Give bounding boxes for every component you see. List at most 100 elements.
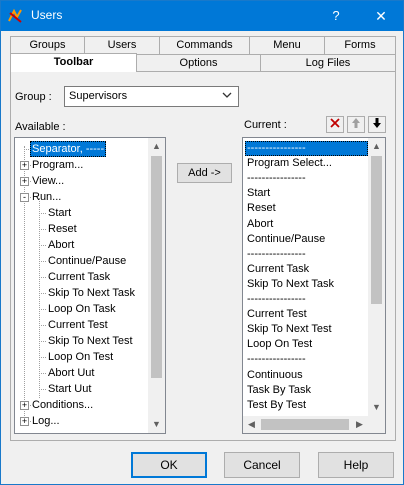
tree-item[interactable]: Reset [15,221,149,237]
list-item[interactable]: Reset [245,201,368,216]
delete-button[interactable] [326,116,344,133]
help-button[interactable]: Help [318,452,394,478]
delete-x-icon [329,118,341,132]
list-item[interactable]: Start [245,186,368,201]
list-item[interactable]: Continue/Pause [245,232,368,247]
tree-item-label: Abort Uut [48,367,95,379]
available-label: Available : [15,121,66,133]
list-item[interactable]: Continuous [245,368,368,383]
current-list[interactable]: ---------------- Program Select... -------… [242,137,386,434]
tree-item-label: Loop On Test [48,351,114,363]
scroll-right-arrow-icon[interactable]: ▶ [351,416,368,433]
tree-item[interactable]: + Log... [15,413,149,429]
scroll-up-arrow-icon[interactable]: ▲ [368,138,385,155]
title-help-button[interactable]: ? [321,5,351,27]
tree-item[interactable]: + Conditions... [15,397,149,413]
tab-toolbar[interactable]: Toolbar [10,53,137,72]
expand-plus-icon[interactable]: + [20,177,29,186]
available-vscroll[interactable]: ▲ ▼ [148,138,165,433]
app-logo-icon [7,7,25,25]
list-item[interactable]: Test By Test [245,398,368,413]
tree-item-label: Abort [48,239,75,251]
expand-plus-icon[interactable]: + [20,417,29,426]
list-item[interactable]: Abort [245,217,368,232]
scroll-left-arrow-icon[interactable]: ◀ [243,416,260,433]
tab-forms[interactable]: Forms [324,36,396,54]
tree-item-label: Current Task [48,271,111,283]
move-down-button[interactable] [368,116,386,133]
add-button[interactable]: Add -> [177,163,232,183]
tree-item[interactable]: Current Test [15,317,149,333]
tree-item[interactable]: - Run... [15,189,149,205]
tree-item[interactable]: Abort Uut [15,365,149,381]
expand-plus-icon[interactable]: + [20,401,29,410]
tab-groups[interactable]: Groups [10,36,85,54]
expand-plus-icon[interactable]: + [20,161,29,170]
ok-button[interactable]: OK [131,452,207,478]
tree-item[interactable]: Skip To Next Test [15,333,149,349]
tree-item[interactable]: Loop On Test [15,349,149,365]
tree-item[interactable]: Start [15,205,149,221]
list-item[interactable]: ---------------- [245,352,368,367]
tree-item[interactable]: Current Task [15,269,149,285]
list-item[interactable]: Loop On Test [245,337,368,352]
scroll-down-arrow-icon[interactable]: ▼ [148,416,165,433]
list-item[interactable]: Current Task [245,262,368,277]
list-item[interactable]: Program Select... [245,156,368,171]
available-tree[interactable]: Separator, ----- + Program... + View... - Run.… [14,137,166,434]
collapse-minus-icon[interactable]: - [20,193,29,202]
cancel-button[interactable]: Cancel [224,452,300,478]
title-bar: Users ? ✕ [1,1,403,31]
list-item[interactable]: ---------------- [245,292,368,307]
scroll-down-arrow-icon[interactable]: ▼ [368,399,385,416]
tab-options[interactable]: Options [136,54,261,72]
tree-guide-line [39,341,46,342]
group-select[interactable]: Supervisors [64,86,239,107]
tab-commands[interactable]: Commands [159,36,250,54]
current-label: Current : [244,119,287,131]
move-up-button[interactable] [347,116,365,133]
scroll-thumb[interactable] [261,419,349,430]
tree-guide-line [39,325,46,326]
tree-item-label: Start Uut [48,383,92,395]
tree-item-label: Conditions... [32,399,94,411]
list-item[interactable]: ---------------- [245,247,368,262]
tree-item[interactable]: Continue/Pause [15,253,149,269]
scroll-up-arrow-icon[interactable]: ▲ [148,138,165,155]
tab-log-files[interactable]: Log Files [260,54,396,72]
list-item[interactable]: Task By Task [245,383,368,398]
tree-item-label: Loop On Task [48,303,116,315]
list-item[interactable]: ---------------- [245,141,368,156]
tab-menu[interactable]: Menu [249,36,325,54]
tree-item[interactable]: Skip To Next Task [15,285,149,301]
tree-guide-line [39,293,46,294]
tree-item[interactable]: Separator, ----- [15,141,149,157]
tab-users[interactable]: Users [84,36,160,54]
list-item[interactable]: ---------------- [245,171,368,186]
current-hscroll[interactable]: ◀ ▶ [243,416,368,433]
tree-guide-line [39,309,46,310]
scroll-thumb[interactable] [371,156,382,304]
scroll-thumb[interactable] [151,156,162,378]
list-item[interactable]: Current Test [245,307,368,322]
scroll-corner [368,416,385,433]
tree-item-label: Run... [32,191,62,203]
tree-item[interactable]: Start Uut [15,381,149,397]
tree-guide-line [39,389,46,390]
tree-item-label: Start [48,207,72,219]
window-title: Users [31,8,63,22]
tree-item[interactable]: + Program... [15,157,149,173]
list-item[interactable]: Skip To Next Test [245,322,368,337]
tree-item[interactable]: Abort [15,237,149,253]
tree-item-label: Reset [48,223,77,235]
tree-guide-line [39,277,46,278]
close-button[interactable]: ✕ [366,5,396,27]
tree-item[interactable]: Loop On Task [15,301,149,317]
current-vscroll[interactable]: ▲ ▼ [368,138,385,416]
tree-item-label: Skip To Next Task [48,287,136,299]
list-item[interactable]: Skip To Next Task [245,277,368,292]
tree-item[interactable]: + View... [15,173,149,189]
arrow-up-icon [350,118,362,132]
tree-guide-line [39,357,46,358]
tree-item-label: Current Test [48,319,108,331]
